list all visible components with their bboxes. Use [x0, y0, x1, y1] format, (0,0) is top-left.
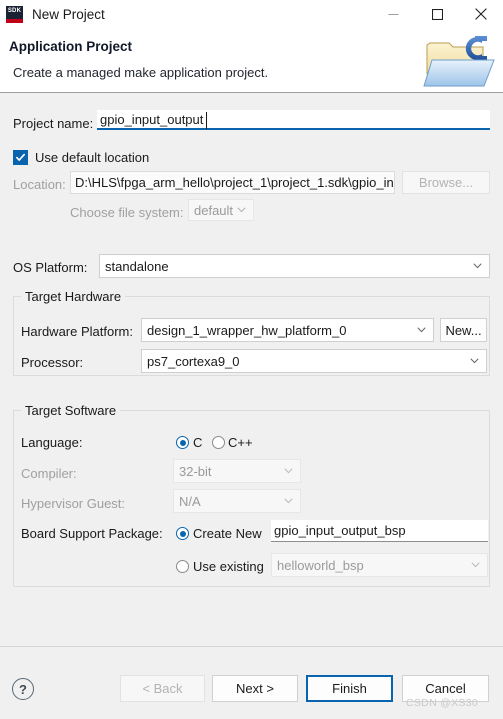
- os-platform-combo[interactable]: standalone: [99, 254, 490, 278]
- file-system-label: Choose file system:: [70, 205, 184, 220]
- page-subtitle: Create a managed make application projec…: [13, 65, 269, 80]
- back-button[interactable]: < Back: [120, 675, 205, 702]
- dialog-header: Application Project Create a managed mak…: [0, 28, 503, 92]
- page-title: Application Project: [9, 39, 133, 54]
- hypervisor-guest-combo[interactable]: N/A: [173, 489, 301, 513]
- compiler-combo[interactable]: 32-bit: [173, 459, 301, 483]
- use-default-location-checkbox[interactable]: [13, 150, 28, 165]
- language-option-c-label: C: [193, 435, 203, 450]
- chevron-down-icon: [471, 260, 484, 273]
- browse-button[interactable]: Browse...: [402, 171, 490, 194]
- help-button[interactable]: ?: [12, 678, 34, 700]
- close-icon: [475, 8, 487, 20]
- file-system-value: default: [194, 202, 234, 218]
- hypervisor-guest-label: Hypervisor Guest:: [21, 496, 126, 511]
- project-name-input[interactable]: gpio_input_output: [97, 110, 490, 130]
- watermark: CSDN @XS30: [406, 697, 479, 709]
- location-value: D:\HLS\fpga_arm_hello\project_1\project_…: [75, 175, 394, 190]
- minimize-icon: [388, 13, 398, 15]
- os-platform-label: OS Platform:: [13, 260, 88, 275]
- new-button-label: New...: [445, 322, 482, 338]
- chevron-down-icon: [469, 559, 482, 572]
- location-field[interactable]: D:\HLS\fpga_arm_hello\project_1\project_…: [70, 171, 395, 194]
- maximize-button[interactable]: [415, 0, 459, 28]
- cancel-button-label: Cancel: [425, 681, 466, 696]
- browse-button-label: Browse...: [418, 175, 474, 190]
- board-support-package-label: Board Support Package:: [21, 526, 163, 541]
- hypervisor-guest-value: N/A: [179, 493, 201, 509]
- chevron-down-icon: [282, 465, 295, 478]
- next-button[interactable]: Next >: [212, 675, 298, 702]
- language-label: Language:: [21, 435, 83, 450]
- text-caret: [206, 112, 207, 129]
- bsp-radio-create-new[interactable]: [176, 527, 189, 540]
- processor-combo[interactable]: ps7_cortexa9_0: [141, 349, 487, 373]
- language-radio-cpp[interactable]: [212, 436, 225, 449]
- hardware-platform-value: design_1_wrapper_hw_platform_0: [147, 322, 347, 338]
- bsp-use-existing-label: Use existing: [193, 559, 264, 574]
- finish-button[interactable]: Finish: [306, 675, 393, 702]
- chevron-down-icon: [415, 324, 428, 337]
- os-platform-value: standalone: [105, 258, 169, 274]
- project-name-label: Project name:: [13, 116, 94, 131]
- sdk-icon-text: SDK: [7, 7, 22, 14]
- window-controls: [371, 0, 503, 28]
- hardware-platform-combo[interactable]: design_1_wrapper_hw_platform_0: [141, 318, 434, 342]
- chevron-down-icon: [282, 495, 295, 508]
- chevron-down-icon: [468, 355, 481, 368]
- bsp-name-value: gpio_input_output_bsp: [274, 523, 406, 538]
- bsp-existing-value: helloworld_bsp: [277, 557, 364, 573]
- bsp-name-input[interactable]: gpio_input_output_bsp: [271, 520, 488, 542]
- use-default-location-label: Use default location: [35, 150, 150, 165]
- new-hardware-platform-button[interactable]: New...: [440, 318, 487, 342]
- processor-label: Processor:: [21, 355, 84, 370]
- bsp-radio-use-existing[interactable]: [176, 560, 189, 573]
- compiler-value: 32-bit: [179, 463, 212, 479]
- project-name-value: gpio_input_output: [100, 112, 204, 127]
- target-hardware-group-title: Target Hardware: [21, 289, 126, 304]
- chevron-down-icon: [235, 204, 248, 217]
- compiler-label: Compiler:: [21, 466, 77, 481]
- sdk-icon: SDK: [6, 5, 23, 23]
- check-icon: [15, 153, 25, 161]
- close-button[interactable]: [459, 0, 503, 28]
- title-bar: SDK New Project: [0, 0, 503, 28]
- file-system-combo[interactable]: default: [188, 199, 254, 221]
- finish-button-label: Finish: [332, 681, 367, 696]
- c-project-folder-icon: [420, 28, 500, 92]
- dialog-body: Project name: gpio_input_output Use defa…: [0, 93, 503, 646]
- back-button-label: < Back: [142, 681, 183, 696]
- window-title: New Project: [32, 6, 105, 22]
- next-button-label: Next >: [236, 681, 274, 696]
- maximize-icon: [431, 8, 443, 20]
- hardware-platform-label: Hardware Platform:: [21, 324, 133, 339]
- minimize-button[interactable]: [371, 0, 415, 28]
- language-option-cpp-label: C++: [228, 435, 253, 450]
- language-radio-c[interactable]: [176, 436, 189, 449]
- bsp-existing-combo[interactable]: helloworld_bsp: [271, 553, 488, 577]
- location-label: Location:: [13, 177, 66, 192]
- bsp-create-new-label: Create New: [193, 526, 262, 541]
- processor-value: ps7_cortexa9_0: [147, 353, 240, 369]
- help-icon: ?: [19, 681, 27, 697]
- target-software-group-title: Target Software: [21, 403, 121, 418]
